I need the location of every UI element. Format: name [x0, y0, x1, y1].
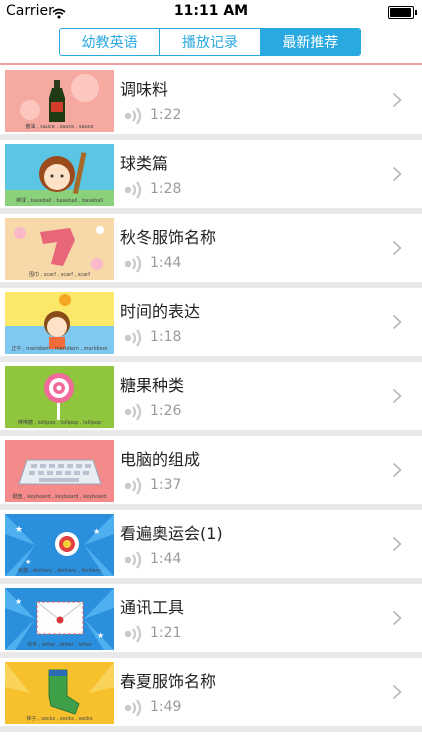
- video-title: 电脑的组成: [120, 450, 201, 469]
- thumbnail-archery: ★ ★ ★ 射箭 , Archery , Archery , Archery: [5, 514, 114, 576]
- speaker-icon: [124, 402, 146, 426]
- segmented-control: 幼教英语 播放记录 最新推荐: [59, 28, 361, 56]
- tab-latest-recommended[interactable]: 最新推荐: [260, 29, 360, 55]
- chevron-right-icon: [392, 314, 402, 334]
- video-duration: 1:49: [150, 699, 182, 715]
- svg-text:★: ★: [93, 527, 100, 536]
- video-title: 通讯工具: [120, 598, 185, 617]
- thumbnail-letter: ★ ★ 信件 , letter , letter , letter: [5, 588, 114, 650]
- thumbnail-sauce-bottle: 酱油 , sauce , sauce , sauce: [5, 70, 114, 132]
- list-item[interactable]: 袜子 , socks , socks , socks 春夏服饰名称 1:49: [0, 658, 422, 732]
- status-bar: Carrier 11:11 AM: [0, 0, 422, 24]
- svg-text:★: ★: [97, 631, 104, 640]
- video-duration: 1:37: [150, 477, 182, 493]
- thumbnail-socks: 袜子 , socks , socks , socks: [5, 662, 114, 724]
- video-list: 酱油 , sauce , sauce , sauce 调味料 1:22 棒球 ,…: [0, 66, 422, 732]
- video-title: 调味料: [120, 80, 169, 99]
- battery-icon: [388, 6, 417, 19]
- svg-text:★: ★: [15, 525, 23, 535]
- thumbnail-caption: 棒棒糖 , lollipop , lollipop , lollipop: [17, 420, 102, 426]
- chevron-right-icon: [392, 166, 402, 186]
- thumbnail-caption: 正午 , meridiem , meridiem , meridiem: [11, 346, 108, 352]
- thumbnail-keyboard: 键盘 , keyboard , keyboard , keyboard: [5, 440, 114, 502]
- chevron-right-icon: [392, 684, 402, 704]
- list-item[interactable]: ★ ★ 信件 , letter , letter , letter 通讯工具 1…: [0, 584, 422, 658]
- speaker-icon: [124, 476, 146, 500]
- svg-text:★: ★: [25, 558, 31, 566]
- chevron-right-icon: [392, 610, 402, 630]
- thumbnail-caption: 棒球 , baseball , baseball , baseball: [15, 198, 104, 204]
- header-divider: [0, 63, 422, 65]
- video-duration: 1:26: [150, 403, 182, 419]
- chevron-right-icon: [392, 536, 402, 556]
- thumbnail-caption: 袜子 , socks , socks , socks: [26, 716, 93, 722]
- thumbnail-caption: 信件 , letter , letter , letter: [27, 642, 92, 648]
- speaker-icon: [124, 624, 146, 648]
- list-item[interactable]: 酱油 , sauce , sauce , sauce 调味料 1:22: [0, 66, 422, 140]
- video-title: 糖果种类: [120, 376, 185, 395]
- thumbnail-caption: 围巾 , scarf , scarf , scarf: [28, 272, 90, 278]
- list-item[interactable]: 棒棒糖 , lollipop , lollipop , lollipop 糖果种…: [0, 362, 422, 436]
- video-duration: 1:28: [150, 181, 182, 197]
- tab-play-history[interactable]: 播放记录: [160, 29, 261, 55]
- video-title: 球类篇: [120, 154, 169, 173]
- video-duration: 1:18: [150, 329, 182, 345]
- list-item[interactable]: 围巾 , scarf , scarf , scarf 秋冬服饰名称 1:44: [0, 214, 422, 288]
- speaker-icon: [124, 550, 146, 574]
- speaker-icon: [124, 254, 146, 278]
- speaker-icon: [124, 328, 146, 352]
- speaker-icon: [124, 106, 146, 130]
- video-title: 秋冬服饰名称: [120, 228, 217, 247]
- chevron-right-icon: [392, 462, 402, 482]
- thumbnail-caption: 射箭 , Archery , Archery , Archery: [18, 568, 101, 574]
- list-item[interactable]: ★ ★ ★ 射箭 , Archery , Archery , Archery 看…: [0, 510, 422, 584]
- video-duration: 1:44: [150, 255, 182, 271]
- video-duration: 1:44: [150, 551, 182, 567]
- chevron-right-icon: [392, 240, 402, 260]
- video-title: 时间的表达: [120, 302, 201, 321]
- list-item[interactable]: 正午 , meridiem , meridiem , meridiem 时间的表…: [0, 288, 422, 362]
- speaker-icon: [124, 180, 146, 204]
- list-item[interactable]: 键盘 , keyboard , keyboard , keyboard 电脑的组…: [0, 436, 422, 510]
- video-title: 看遍奥运会(1): [120, 524, 223, 543]
- thumbnail-lollipop: 棒棒糖 , lollipop , lollipop , lollipop: [5, 366, 114, 428]
- thumbnail-scarf: 围巾 , scarf , scarf , scarf: [5, 218, 114, 280]
- chevron-right-icon: [392, 92, 402, 112]
- tab-kids-english[interactable]: 幼教英语: [60, 29, 161, 55]
- speaker-icon: [124, 698, 146, 722]
- video-duration: 1:21: [150, 625, 182, 641]
- thumbnail-caption: 酱油 , sauce , sauce , sauce: [25, 124, 94, 130]
- thumbnail-baseball-girl: 棒球 , baseball , baseball , baseball: [5, 144, 114, 206]
- list-item[interactable]: 棒球 , baseball , baseball , baseball 球类篇 …: [0, 140, 422, 214]
- svg-text:★: ★: [15, 597, 22, 606]
- thumbnail-boy-sun: 正午 , meridiem , meridiem , meridiem: [5, 292, 114, 354]
- clock: 11:11 AM: [173, 3, 249, 19]
- thumbnail-caption: 键盘 , keyboard , keyboard , keyboard: [12, 494, 107, 500]
- video-duration: 1:22: [150, 107, 182, 123]
- chevron-right-icon: [392, 388, 402, 408]
- video-title: 春夏服饰名称: [120, 672, 217, 691]
